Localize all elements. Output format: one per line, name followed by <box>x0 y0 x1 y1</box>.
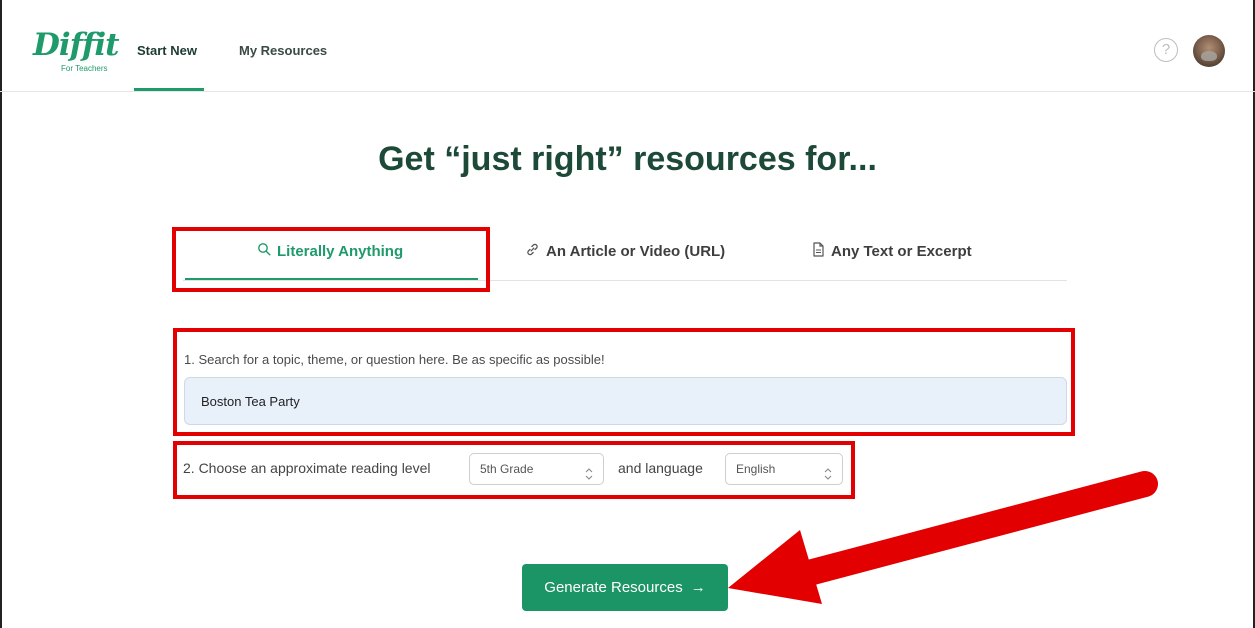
tab-any-text-or-excerpt[interactable]: Any Text or Excerpt <box>812 242 972 261</box>
document-icon <box>812 242 825 261</box>
left-frame-border <box>0 0 2 628</box>
tab-label: An Article or Video (URL) <box>546 243 726 260</box>
help-circle-icon[interactable]: ? <box>1154 38 1178 62</box>
annotation-box-tab <box>172 227 490 292</box>
user-avatar[interactable] <box>1193 35 1225 67</box>
page-title: Get “just right” resources for... <box>378 140 877 178</box>
arrow-right-icon: → <box>690 579 706 596</box>
nav-tab-my-resources[interactable]: My Resources <box>239 43 327 58</box>
tab-article-or-video-url[interactable]: An Article or Video (URL) <box>525 242 725 261</box>
diffit-logo[interactable]: Diffit For Teachers <box>33 28 119 78</box>
nav-tab-start-new[interactable]: Start New <box>137 43 197 58</box>
top-header: Diffit For Teachers Start New My Resourc… <box>0 0 1255 92</box>
logo-subtext: For Teachers <box>61 64 108 73</box>
link-icon <box>525 242 540 261</box>
generate-button-label: Generate Resources <box>544 579 683 596</box>
active-nav-indicator <box>134 88 204 91</box>
logo-wordmark: Diffit <box>33 27 119 63</box>
tab-label: Any Text or Excerpt <box>831 243 972 260</box>
generate-resources-button[interactable]: Generate Resources → <box>522 564 728 611</box>
annotation-box-search <box>173 328 1075 436</box>
annotation-box-reading-level <box>173 441 855 499</box>
